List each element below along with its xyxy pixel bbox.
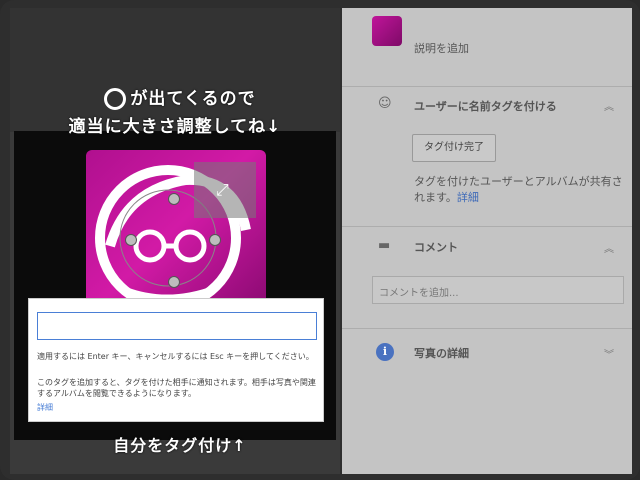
comment-section-title: コメント xyxy=(414,241,458,254)
resize-handle-top[interactable] xyxy=(168,193,180,205)
resize-handle-left[interactable] xyxy=(125,234,137,246)
popup-notice: このタグを追加すると、タグを付けた相手に通知されます。相手は写真や関連するアルバ… xyxy=(37,378,316,398)
divider xyxy=(342,328,632,329)
share-details-link[interactable]: 詳細 xyxy=(457,191,479,204)
resize-handle-right[interactable] xyxy=(209,234,221,246)
face-icon: ☺ xyxy=(378,96,392,111)
info-icon: i xyxy=(376,343,394,361)
chevron-down-icon[interactable]: ︾ xyxy=(604,346,614,361)
comment-input[interactable]: コメントを追加... xyxy=(372,276,624,304)
annotation-line-2: 適当に大きさ調整してね↓ xyxy=(68,117,282,137)
avatar[interactable] xyxy=(372,16,402,46)
add-description[interactable]: 説明を追加 xyxy=(414,40,469,56)
screenshot-frame: が出てくるので 適当に大きさ調整してね↓ ⤢ 適用するには Enter キー、キ… xyxy=(0,0,640,480)
annotation-line-1: が出てくるので xyxy=(70,84,290,110)
chevron-up-icon[interactable]: ︽ xyxy=(604,240,614,255)
popup-details-link[interactable]: 詳細 xyxy=(37,402,53,413)
share-notice-text: タグを付けたユーザーとアルバムが共有されます。 xyxy=(414,175,623,204)
expand-icon[interactable]: ⤢ xyxy=(216,180,229,200)
tag-popup: 適用するには Enter キー、キャンセルするには Esc キーを押してください… xyxy=(28,298,324,422)
comment-icon: ▬ xyxy=(378,238,391,253)
divider xyxy=(342,226,632,227)
divider xyxy=(342,86,632,87)
details-section-title: 写真の詳細 xyxy=(414,347,469,360)
annotation-text-1: が出てくるので xyxy=(130,89,256,109)
tagging-done-button[interactable]: タグ付け完了 xyxy=(412,134,496,162)
popup-instructions: 適用するには Enter キー、キャンセルするには Esc キーを押してください… xyxy=(37,352,314,361)
tag-section-title: ユーザーに名前タグを付ける xyxy=(414,100,557,113)
resize-handle-bottom[interactable] xyxy=(168,276,180,288)
chevron-up-icon[interactable]: ︽ xyxy=(604,98,614,113)
circle-mark-icon xyxy=(104,88,127,110)
tag-name-input[interactable] xyxy=(37,312,317,340)
share-notice: タグを付けたユーザーとアルバムが共有されます。詳細 xyxy=(414,174,624,206)
annotation-line-3: 自分をタグ付け↑ xyxy=(113,436,247,455)
info-panel: 説明を追加 ☺ ユーザーに名前タグを付ける ︽ タグ付け完了 タグを付けたユーザ… xyxy=(342,8,632,474)
